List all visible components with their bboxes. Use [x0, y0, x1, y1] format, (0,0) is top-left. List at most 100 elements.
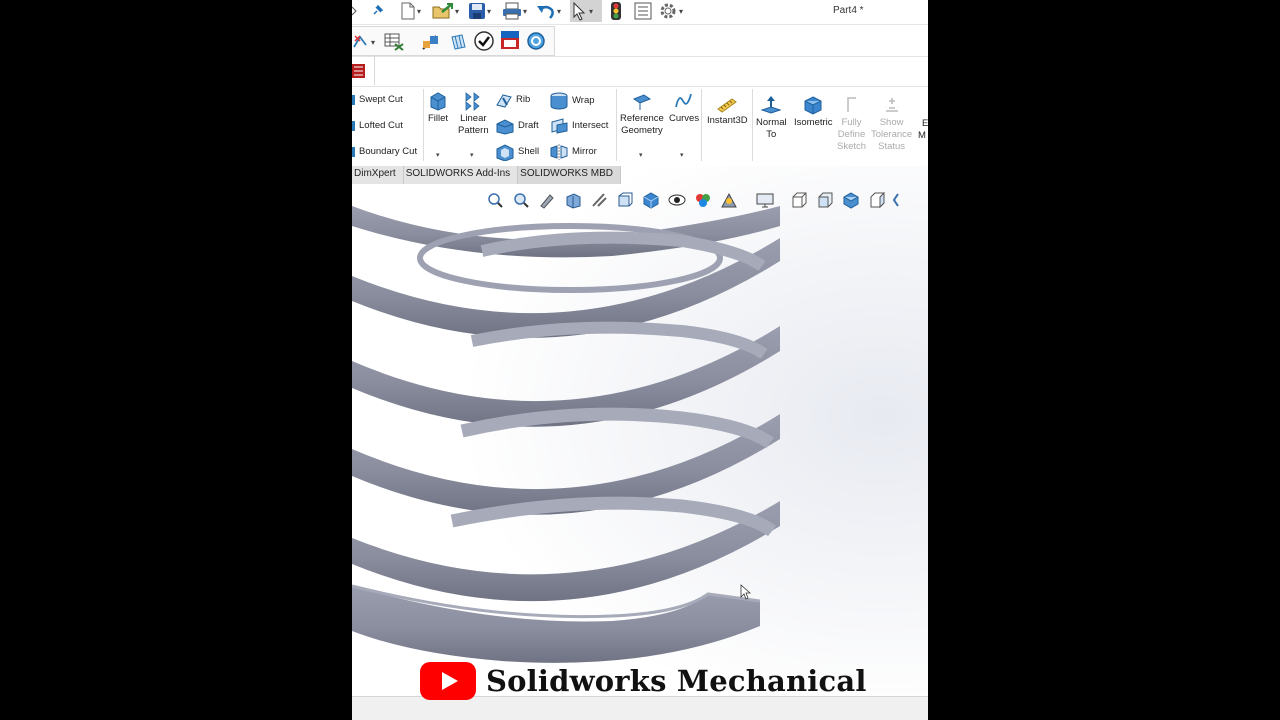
- tab-solidworks-add-ins[interactable]: SOLIDWORKS Add-Ins: [403, 166, 519, 184]
- toolbar-group: [352, 56, 375, 85]
- fillet-button[interactable]: Fillet: [428, 91, 448, 125]
- quick-access-toolbar: ▾ ▾ ▾ ▾ ▾ ▾ ▾ Part4 *: [352, 0, 928, 25]
- file-properties-icon[interactable]: [634, 0, 652, 22]
- zoom-to-fit-icon[interactable]: [484, 190, 506, 210]
- iso-view-cube-icon[interactable]: [840, 190, 862, 210]
- youtube-logo-icon: [420, 662, 476, 700]
- table-check-icon[interactable]: [384, 31, 404, 53]
- solidworks-window: ▾ ▾ ▾ ▾ ▾ ▾ ▾ Part4 * ▾ Swept Cut Lofted…: [352, 0, 928, 720]
- toolbar-group: ▾: [352, 26, 555, 56]
- feature-grid-icon[interactable]: [448, 31, 468, 53]
- wrap-button[interactable]: Wrap: [549, 92, 595, 110]
- front-view-cube-icon[interactable]: [788, 190, 810, 210]
- curves-button[interactable]: Curves: [669, 91, 699, 125]
- display-style-icon[interactable]: [640, 190, 662, 210]
- more-views-icon[interactable]: [892, 190, 900, 210]
- reference-geometry-button[interactable]: Reference Geometry: [620, 91, 664, 137]
- undo-icon[interactable]: ▾: [536, 0, 561, 22]
- ribbon-separator: [616, 89, 617, 161]
- right-view-cube-icon[interactable]: [866, 190, 888, 210]
- curves-dropdown-icon[interactable]: ▾: [680, 151, 684, 159]
- ribbon-separator: [423, 89, 424, 161]
- dynamic-annotation-icon[interactable]: [588, 190, 610, 210]
- move-component-icon[interactable]: [420, 31, 440, 53]
- drive-works-icon[interactable]: [500, 29, 520, 51]
- tab-dimxpert[interactable]: DimXpert: [352, 166, 404, 184]
- mirror-button[interactable]: Mirror: [549, 143, 597, 161]
- partial-ribbon-button[interactable]: E M: [918, 118, 928, 142]
- normal-to-button[interactable]: Normal To: [756, 95, 787, 141]
- rib-icon: [496, 94, 512, 108]
- apply-scene-icon[interactable]: [718, 190, 740, 210]
- rib-button[interactable]: Rib: [495, 92, 530, 108]
- show-tolerance-status-button[interactable]: Show Tolerance Status: [871, 95, 912, 153]
- boundary-cut-button[interactable]: Boundary Cut: [352, 146, 417, 158]
- reference-geometry-icon: [632, 94, 651, 110]
- hide-show-icon[interactable]: [666, 190, 688, 210]
- draft-button[interactable]: Draft: [495, 117, 539, 135]
- edit-appearance-icon[interactable]: [692, 190, 714, 210]
- document-title: Part4 *: [833, 5, 864, 16]
- view-settings-icon[interactable]: [754, 190, 776, 210]
- new-document-icon[interactable]: ▾: [400, 0, 421, 22]
- print-icon[interactable]: ▾: [502, 0, 527, 22]
- linear-pattern-button[interactable]: Linear Pattern: [458, 91, 489, 137]
- secondary-toolbar-row: [352, 56, 928, 87]
- linear-pattern-dropdown-icon[interactable]: ▾: [470, 151, 474, 159]
- curves-icon: [675, 93, 692, 108]
- draft-icon: [496, 119, 514, 135]
- fully-define-sketch-icon: [846, 97, 856, 112]
- instant3d-button[interactable]: Instant3D: [707, 95, 748, 127]
- view-orientation-icon[interactable]: [614, 190, 636, 210]
- mouse-cursor-icon: [740, 584, 752, 600]
- command-manager-ribbon: Swept Cut Lofted Cut Boundary Cut Fillet…: [352, 87, 928, 167]
- heads-up-view-toolbar: [484, 189, 900, 211]
- isometric-button[interactable]: Isometric: [794, 95, 833, 129]
- fillet-dropdown-icon[interactable]: ▾: [436, 151, 440, 159]
- show-tolerance-status-icon: [885, 98, 898, 112]
- linear-pattern-icon: [465, 92, 480, 111]
- intersect-icon: [551, 118, 568, 134]
- zoom-to-area-icon[interactable]: [510, 190, 532, 210]
- lofted-cut-icon: [352, 121, 355, 131]
- graphics-viewport[interactable]: [352, 166, 928, 696]
- mirror-icon: [550, 144, 568, 160]
- channel-watermark: Solidworks Mechanical: [420, 659, 867, 703]
- intersect-button[interactable]: Intersect: [549, 117, 608, 135]
- ribbon-separator: [752, 89, 753, 161]
- section-view-icon[interactable]: [562, 190, 584, 210]
- fillet-icon: [430, 92, 446, 111]
- lofted-cut-button[interactable]: Lofted Cut: [352, 120, 403, 132]
- normal-to-icon: [761, 96, 782, 114]
- open-icon[interactable]: ▾: [432, 0, 459, 22]
- command-manager-tabs: DimXpert SOLIDWORKS Add-Ins SOLIDWORKS M…: [352, 166, 621, 184]
- isometric-icon: [804, 96, 822, 115]
- task-icon[interactable]: [352, 60, 366, 82]
- ribbon-separator: [701, 89, 702, 161]
- spring-coil: [352, 496, 780, 602]
- watermark-text: Solidworks Mechanical: [486, 664, 867, 698]
- spring-model[interactable]: [352, 166, 928, 696]
- previous-view-icon[interactable]: [536, 190, 558, 210]
- wrap-icon: [550, 92, 568, 110]
- sketch-relation-icon[interactable]: ▾: [352, 31, 375, 53]
- shell-button[interactable]: Shell: [495, 143, 539, 161]
- pin-icon[interactable]: [370, 0, 384, 22]
- reference-geometry-dropdown-icon[interactable]: ▾: [639, 151, 643, 159]
- select-icon[interactable]: ▾: [570, 0, 602, 22]
- save-icon[interactable]: ▾: [468, 0, 491, 22]
- swept-cut-icon: [352, 95, 355, 105]
- swept-cut-button[interactable]: Swept Cut: [352, 94, 403, 106]
- tab-solidworks-mbd[interactable]: SOLIDWORKS MBD: [518, 166, 621, 184]
- options-gear-icon[interactable]: ▾: [658, 0, 683, 22]
- rebuild-icon[interactable]: [610, 0, 622, 22]
- app-menu-edge-icon[interactable]: [352, 0, 358, 22]
- check-icon[interactable]: [474, 30, 494, 52]
- standard-toolbar-row: ▾: [352, 26, 928, 57]
- boundary-cut-icon: [352, 147, 355, 157]
- fully-define-sketch-button[interactable]: Fully Define Sketch: [837, 95, 866, 153]
- instant3d-icon: [717, 98, 738, 113]
- top-view-cube-icon[interactable]: [814, 190, 836, 210]
- shell-icon: [496, 144, 514, 161]
- globe-icon[interactable]: [526, 30, 546, 52]
